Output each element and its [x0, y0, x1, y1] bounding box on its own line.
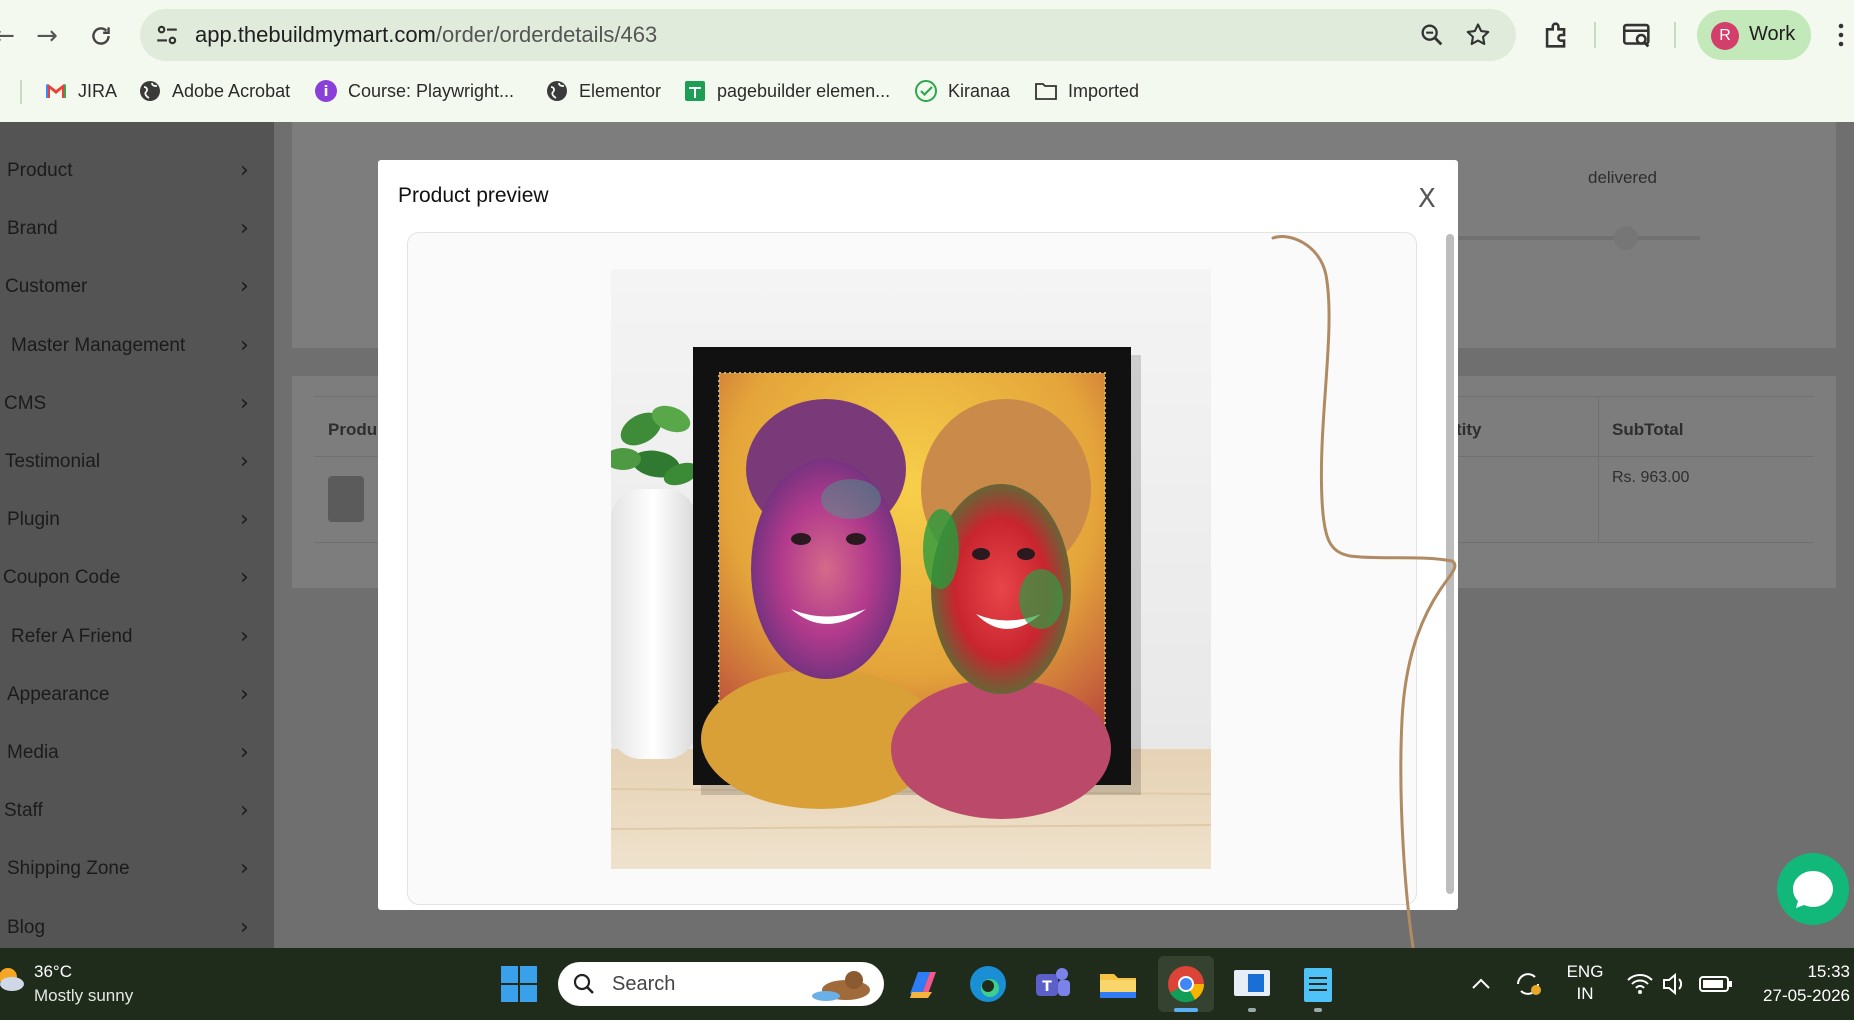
chat-widget-button[interactable] — [1777, 853, 1849, 925]
edge-icon[interactable] — [966, 962, 1010, 1006]
wifi-icon[interactable] — [1624, 962, 1656, 1006]
volume-icon[interactable] — [1658, 962, 1690, 1006]
show-hidden-icons-chevron-up-icon[interactable] — [1466, 962, 1496, 1006]
weather-description[interactable]: Mostly sunny — [34, 986, 133, 1006]
svg-text:T: T — [1042, 979, 1052, 995]
weather-sun-icon[interactable] — [0, 964, 26, 994]
annotation-stroke — [1231, 235, 1457, 1032]
sync-icon[interactable] — [1510, 962, 1546, 1006]
screen-bottom-strip — [0, 1020, 1854, 1032]
clock-date[interactable]: 27-05-2026 — [1740, 986, 1850, 1006]
teams-icon[interactable]: T — [1030, 962, 1074, 1006]
search-highlight-otter-icon — [812, 971, 870, 1001]
chrome-icon[interactable] — [1164, 962, 1208, 1006]
language-in[interactable]: IN — [1560, 984, 1610, 1004]
battery-icon[interactable] — [1696, 962, 1736, 1006]
taskbar-search-input[interactable]: Search — [558, 962, 884, 1006]
windows-start-icon[interactable] — [497, 962, 541, 1006]
chat-icon — [1793, 871, 1833, 908]
weather-temperature[interactable]: 36°C — [34, 962, 72, 982]
search-placeholder: Search — [612, 973, 676, 995]
remote-desktop-icon[interactable] — [1230, 962, 1274, 1006]
file-explorer-icon[interactable] — [1096, 962, 1140, 1006]
copilot-icon[interactable] — [900, 962, 944, 1006]
active-app-indicator — [1174, 1008, 1198, 1012]
windows-taskbar: 36°C Mostly sunny Search T ENG IN 15:33 … — [0, 948, 1854, 1020]
clock-time[interactable]: 15:33 — [1780, 962, 1850, 982]
notepad-icon[interactable] — [1296, 962, 1340, 1006]
language-eng[interactable]: ENG — [1560, 962, 1610, 982]
search-icon — [573, 973, 594, 994]
